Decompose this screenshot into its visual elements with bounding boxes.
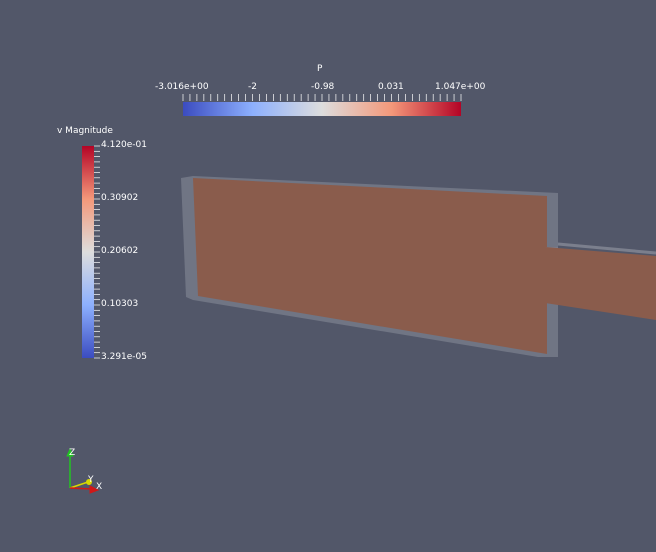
z-axis-label: Z <box>69 448 76 458</box>
outlet-channel-surface <box>545 247 656 320</box>
y-axis-line <box>69 481 89 489</box>
x-axis-label: X <box>96 482 103 492</box>
x-axis-line <box>69 487 93 490</box>
y-axis-label: Y <box>88 475 94 485</box>
